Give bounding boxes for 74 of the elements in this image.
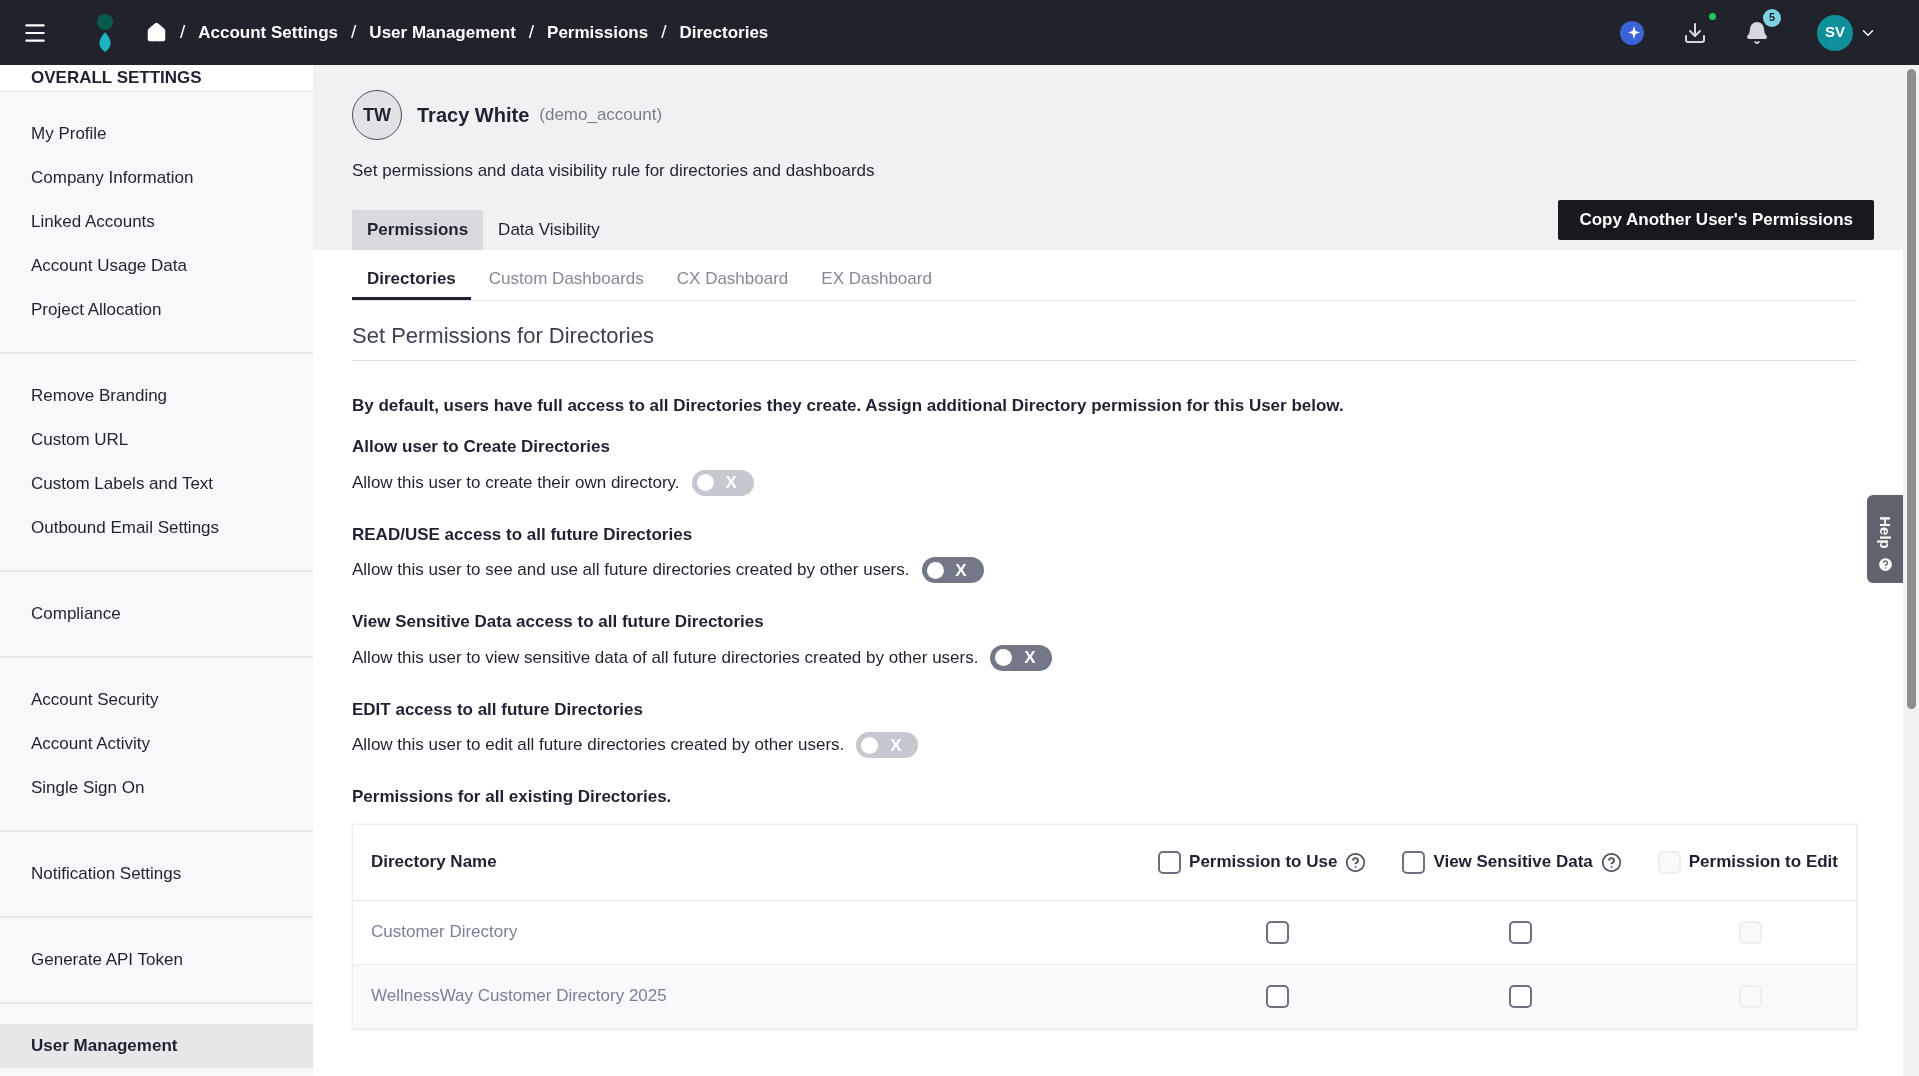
user-avatar[interactable]: SV <box>1817 14 1853 51</box>
sidebar-item[interactable]: Remove Branding <box>0 373 313 418</box>
setting-description: Allow this user to edit all future directories created by other users. <box>352 734 845 757</box>
help-icon <box>1876 556 1894 573</box>
breadcrumb-separator: / <box>180 20 186 45</box>
sidebar-item[interactable]: User Management <box>0 1023 313 1068</box>
sub-tab[interactable]: CX Dashboard <box>661 261 804 300</box>
column-header: Permission to Use <box>1189 851 1338 874</box>
sidebar-item[interactable]: My Profile <box>0 111 313 156</box>
sidebar-item[interactable]: Single Sign On <box>0 765 313 810</box>
sub-tab[interactable]: Custom Dashboards <box>473 261 659 300</box>
copy-permissions-button[interactable]: Copy Another User's Permissions <box>1558 199 1874 240</box>
checkbox[interactable] <box>1508 984 1532 1008</box>
checkbox[interactable] <box>1158 850 1182 874</box>
checkbox[interactable] <box>1265 920 1289 944</box>
breadcrumb-link[interactable]: Permissions <box>547 19 649 46</box>
page-description: Set permissions and data visibility rule for directories and dashboards <box>352 160 876 182</box>
breadcrumb-link[interactable]: Directories <box>679 19 769 46</box>
section-title: Set Permissions for Directories <box>352 318 1857 361</box>
tab[interactable]: Data Visibility <box>483 209 615 250</box>
download-icon[interactable] <box>1683 20 1707 45</box>
sub-tab[interactable]: EX Dashboard <box>806 261 947 300</box>
help-tab[interactable]: Help <box>1867 495 1903 583</box>
home-icon[interactable] <box>146 22 167 43</box>
setting-title: Allow user to Create Directories <box>352 436 611 458</box>
intro-text: By default, users have full access to all Directories they create. Assign additional Directory permission for this User below. <box>352 394 1345 417</box>
help-label: Help <box>1877 516 1893 549</box>
help-icon[interactable] <box>1600 851 1622 873</box>
setting-title: EDIT access to all future Directories <box>352 698 644 721</box>
help-icon[interactable] <box>1345 851 1367 873</box>
breadcrumb-separator: / <box>661 20 667 45</box>
setting-description: Allow this user to create their own directory. <box>352 471 680 494</box>
checkbox[interactable] <box>1508 920 1532 944</box>
sidebar-item[interactable]: Linked Accounts <box>0 199 313 244</box>
sidebar-item[interactable]: Account Usage Data <box>0 243 313 288</box>
account-name: (demo_account) <box>539 104 663 127</box>
setting-description: Allow this user to view sensitive data of all future directories created by other users. <box>352 646 979 669</box>
column-header: Permission to Edit <box>1688 851 1838 874</box>
breadcrumb-link[interactable]: Account Settings <box>198 19 339 46</box>
setting-description: Allow this user to see and use all future directories created by other users. <box>352 559 910 582</box>
toggle-switch[interactable]: X <box>921 557 984 583</box>
sidebar-item[interactable]: Company Information <box>0 155 313 200</box>
notification-icon[interactable] <box>1745 20 1769 45</box>
setting-title: READ/USE access to all future Directories <box>352 523 694 546</box>
breadcrumb-link[interactable]: User Management <box>369 19 516 46</box>
logo-icon[interactable] <box>94 11 116 54</box>
sidebar-item[interactable]: Notification Settings <box>0 851 313 896</box>
notification-badge: 5 <box>1763 8 1781 27</box>
sparkle-icon[interactable] <box>1619 19 1645 46</box>
checkbox[interactable] <box>1402 850 1426 874</box>
scrollbar[interactable] <box>1903 65 1919 1076</box>
sidebar-item[interactable]: Generate API Token <box>0 937 313 982</box>
sidebar-item[interactable]: Outbound Email Settings <box>0 505 313 550</box>
breadcrumb-separator: / <box>351 20 357 45</box>
sidebar-item[interactable]: Project Allocation <box>0 287 313 332</box>
column-header: Directory Name <box>371 851 498 874</box>
checkbox[interactable] <box>1265 984 1289 1008</box>
breadcrumb-separator: / <box>528 20 535 45</box>
table-cell-text: WellnessWay Customer Directory 2025 <box>371 985 668 1008</box>
table-title: Permissions for all existing Directories. <box>352 786 673 808</box>
table-cell-text: Customer Directory <box>371 921 519 944</box>
sidebar-item[interactable]: Account Security <box>0 677 313 722</box>
sidebar-item[interactable]: Compliance <box>0 591 313 636</box>
sub-tab[interactable]: Directories <box>352 261 471 300</box>
user-avatar: TW <box>352 90 402 140</box>
tab[interactable]: Permissions <box>352 209 484 250</box>
sidebar-item[interactable]: Custom URL <box>0 417 313 462</box>
user-name: Tracy White <box>417 103 530 128</box>
sidebar-title: OVERALL SETTINGS <box>0 65 313 92</box>
sidebar-item[interactable]: Custom Labels and Text <box>0 461 313 506</box>
sidebar-item[interactable]: Account Activity <box>0 721 313 766</box>
setting-title: View Sensitive Data access to all future Directories <box>352 611 765 633</box>
column-header: View Sensitive Data <box>1433 851 1593 874</box>
toggle-switch[interactable]: X <box>990 644 1053 671</box>
